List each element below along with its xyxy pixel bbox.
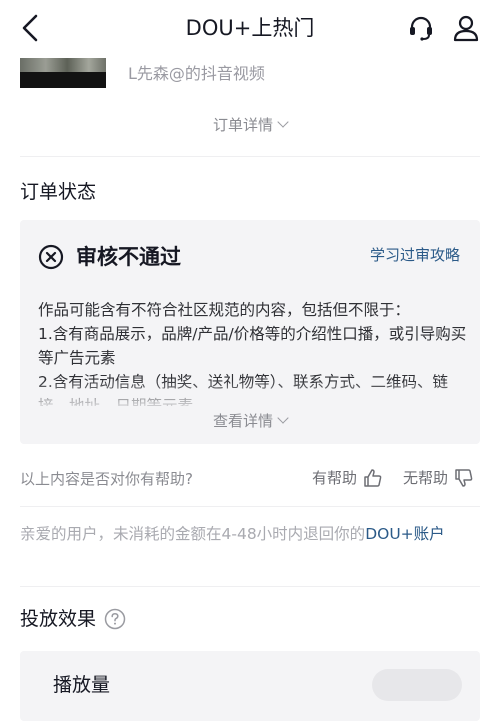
play-count-label: 播放量 <box>53 674 111 696</box>
order-status-heading: 订单状态 <box>20 181 97 203</box>
thumbs-up-icon <box>364 469 382 487</box>
divider <box>20 506 480 507</box>
view-detail-label: 查看详情 <box>212 412 273 430</box>
chevron-down-icon <box>277 412 289 424</box>
effect-title: 投放效果 <box>20 608 97 630</box>
helpful-button[interactable]: 有帮助 <box>312 466 383 490</box>
not-helpful-label: 无帮助 <box>403 469 449 487</box>
order-detail-link[interactable]: 订单详情 <box>0 114 500 136</box>
status-title: 审核不通过 <box>76 245 181 269</box>
reason-item: 1.含有商品展示，品牌/产品/价格等的介绍性口播，或引导购买等广告元素 <box>38 325 467 367</box>
divider <box>20 586 480 587</box>
user-icon[interactable] <box>450 12 482 44</box>
close-circle-icon <box>38 244 64 270</box>
effect-heading: 投放效果 <box>20 605 126 633</box>
review-status-card: 审核不通过 学习过审攻略 作品可能含有不符合社区规范的内容，包括但不限于： 1.… <box>20 220 480 444</box>
reason-intro: 作品可能含有不符合社区规范的内容，包括但不限于： <box>38 301 411 319</box>
play-count-value-placeholder <box>372 669 462 701</box>
feedback-question: 以上内容是否对你有帮助? <box>20 470 193 488</box>
video-author-label: L先森@的抖音视频 <box>128 64 265 83</box>
dou-account-link[interactable]: DOU+账户 <box>365 525 444 543</box>
question-circle-icon[interactable] <box>104 608 126 630</box>
headset-icon[interactable] <box>405 12 437 44</box>
view-detail-link[interactable]: 查看详情 <box>20 410 480 432</box>
video-thumbnail[interactable] <box>20 58 106 88</box>
helpful-label: 有帮助 <box>312 469 358 487</box>
refund-note: 亲爱的用户，未消耗的金额在4-48小时内退回你的DOU+账户 <box>20 522 482 546</box>
divider <box>20 156 480 157</box>
thumbs-down-icon <box>455 469 473 487</box>
order-detail-label: 订单详情 <box>212 116 273 134</box>
refund-text: 亲爱的用户，未消耗的金额在4-48小时内退回你的 <box>20 525 366 543</box>
not-helpful-button[interactable]: 无帮助 <box>403 466 474 490</box>
review-guide-link[interactable]: 学习过审攻略 <box>370 244 460 266</box>
chevron-down-icon <box>277 116 289 128</box>
